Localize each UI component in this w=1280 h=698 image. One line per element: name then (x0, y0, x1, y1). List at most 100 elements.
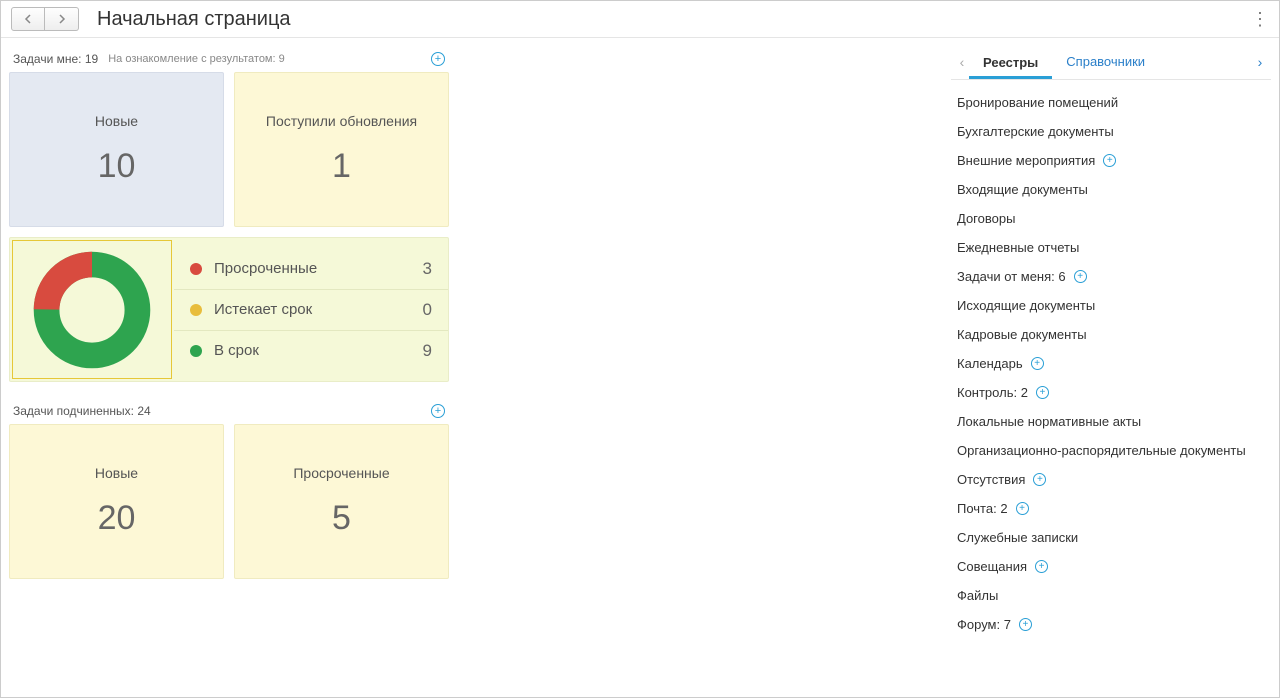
registry-item[interactable]: Совещания + (955, 552, 1267, 581)
registry-item[interactable]: Кадровые документы (955, 320, 1267, 349)
card-label: Просроченные (293, 465, 389, 481)
legend-value: 3 (408, 259, 432, 279)
page-title: Начальная страница (97, 8, 291, 31)
card-value: 20 (98, 499, 136, 538)
card-new-tasks[interactable]: Новые 10 (9, 72, 224, 227)
donut-legend: Просроченные 3 Истекает срок 0 В срок 9 (174, 238, 448, 381)
registry-item[interactable]: Входящие документы (955, 175, 1267, 204)
add-icon[interactable]: + (1074, 270, 1087, 283)
right-column: ‹ Реестры Справочники › Бронирование пом… (469, 48, 1271, 684)
legend-row-expiring[interactable]: Истекает срок 0 (174, 290, 448, 331)
add-icon[interactable]: + (1031, 357, 1044, 370)
registry-item-label: Входящие документы (957, 182, 1088, 197)
registry-item-label: Отсутствия (957, 472, 1025, 487)
registry-item-label: Внешние мероприятия (957, 153, 1095, 168)
status-donut-block: Просроченные 3 Истекает срок 0 В срок 9 (9, 237, 449, 382)
registry-item-label: Календарь (957, 356, 1023, 371)
card-sub-overdue[interactable]: Просроченные 5 (234, 424, 449, 579)
registry-item[interactable]: Файлы (955, 581, 1267, 610)
legend-value: 0 (408, 300, 432, 320)
add-icon[interactable]: + (1019, 618, 1032, 631)
add-sub-task-button[interactable]: + (431, 404, 445, 418)
add-icon[interactable]: + (1036, 386, 1049, 399)
registry-item-label: Форум: 7 (957, 617, 1011, 632)
registry-item-label: Контроль: 2 (957, 385, 1028, 400)
add-task-button[interactable]: + (431, 52, 445, 66)
registry-item-label: Совещания (957, 559, 1027, 574)
add-icon[interactable]: + (1035, 560, 1048, 573)
sub-tasks-header: Задачи подчиненных: 24 + (9, 400, 449, 424)
add-icon[interactable]: + (1016, 502, 1029, 515)
legend-row-overdue[interactable]: Просроченные 3 (174, 249, 448, 290)
donut-chart (32, 250, 152, 370)
registry-list: Бронирование помещений Бухгалтерские доку… (951, 80, 1271, 647)
registry-item[interactable]: Внешние мероприятия + (955, 146, 1267, 175)
registry-item-label: Бронирование помещений (957, 95, 1118, 110)
legend-label: В срок (214, 342, 396, 359)
card-label: Новые (95, 113, 138, 129)
legend-label: Истекает срок (214, 301, 396, 318)
registry-item[interactable]: Ежедневные отчеты (955, 233, 1267, 262)
registry-item[interactable]: Исходящие документы (955, 291, 1267, 320)
tabs-next-button[interactable]: › (1253, 54, 1267, 70)
arrow-left-icon (23, 14, 33, 24)
card-sub-new[interactable]: Новые 20 (9, 424, 224, 579)
tasks-to-me-header: Задачи мне: 19 На ознакомление с результ… (9, 48, 449, 72)
card-updates[interactable]: Поступили обновления 1 (234, 72, 449, 227)
registry-item-label: Исходящие документы (957, 298, 1095, 313)
tab-directories[interactable]: Справочники (1052, 48, 1159, 75)
registry-item-label: Почта: 2 (957, 501, 1008, 516)
registry-item[interactable]: Бронирование помещений (955, 88, 1267, 117)
card-label: Поступили обновления (266, 113, 417, 129)
registry-item-label: Служебные записки (957, 530, 1078, 545)
tasks-to-me-subtitle: На ознакомление с результатом: 9 (108, 53, 285, 65)
tab-registries[interactable]: Реестры (969, 49, 1052, 79)
registry-item[interactable]: Бухгалтерские документы (955, 117, 1267, 146)
registry-item-label: Организационно-распорядительные документ… (957, 443, 1246, 458)
sub-tasks-cards-row: Новые 20 Просроченные 5 (9, 424, 449, 579)
sub-tasks-title: Задачи подчиненных: 24 (13, 404, 151, 418)
nav-forward-button[interactable] (45, 7, 79, 31)
registry-item-label: Кадровые документы (957, 327, 1087, 342)
registry-item[interactable]: Контроль: 2 + (955, 378, 1267, 407)
registry-item[interactable]: Договоры (955, 204, 1267, 233)
nav-back-button[interactable] (11, 7, 45, 31)
registry-item[interactable]: Отсутствия + (955, 465, 1267, 494)
registry-item-label: Договоры (957, 211, 1015, 226)
registry-item[interactable]: Локальные нормативные акты (955, 407, 1267, 436)
registry-item-label: Ежедневные отчеты (957, 240, 1079, 255)
add-icon[interactable]: + (1103, 154, 1116, 167)
dot-red-icon (190, 263, 202, 275)
registry-item-label: Задачи от меня: 6 (957, 269, 1066, 284)
legend-row-ontime[interactable]: В срок 9 (174, 331, 448, 371)
dot-green-icon (190, 345, 202, 357)
card-value: 5 (332, 499, 351, 538)
registry-item-label: Бухгалтерские документы (957, 124, 1114, 139)
card-value: 1 (332, 147, 351, 186)
arrow-right-icon (57, 14, 67, 24)
more-menu-button[interactable]: ⋮ (1251, 17, 1269, 21)
left-column: Задачи мне: 19 На ознакомление с результ… (9, 48, 449, 684)
registry-item[interactable]: Почта: 2 + (955, 494, 1267, 523)
card-label: Новые (95, 465, 138, 481)
tasks-cards-row: Новые 10 Поступили обновления 1 (9, 72, 449, 227)
tabs-row: ‹ Реестры Справочники › (951, 48, 1271, 80)
legend-value: 9 (408, 341, 432, 361)
add-icon[interactable]: + (1033, 473, 1046, 486)
content: Задачи мне: 19 На ознакомление с результ… (1, 38, 1279, 694)
registry-item-label: Локальные нормативные акты (957, 414, 1141, 429)
registry-item[interactable]: Форум: 7 + (955, 610, 1267, 639)
registry-item[interactable]: Календарь + (955, 349, 1267, 378)
registry-item[interactable]: Служебные записки (955, 523, 1267, 552)
registry-item[interactable]: Организационно-распорядительные документ… (955, 436, 1267, 465)
tabs-prev-button[interactable]: ‹ (955, 54, 969, 70)
card-value: 10 (98, 147, 136, 186)
topbar: Начальная страница ⋮ (1, 1, 1279, 38)
legend-label: Просроченные (214, 260, 396, 277)
dot-yellow-icon (190, 304, 202, 316)
registry-item[interactable]: Задачи от меня: 6 + (955, 262, 1267, 291)
donut-chart-wrap[interactable] (12, 240, 172, 379)
registry-item-label: Файлы (957, 588, 998, 603)
nav-buttons (11, 7, 79, 31)
tasks-to-me-title: Задачи мне: 19 (13, 52, 98, 66)
